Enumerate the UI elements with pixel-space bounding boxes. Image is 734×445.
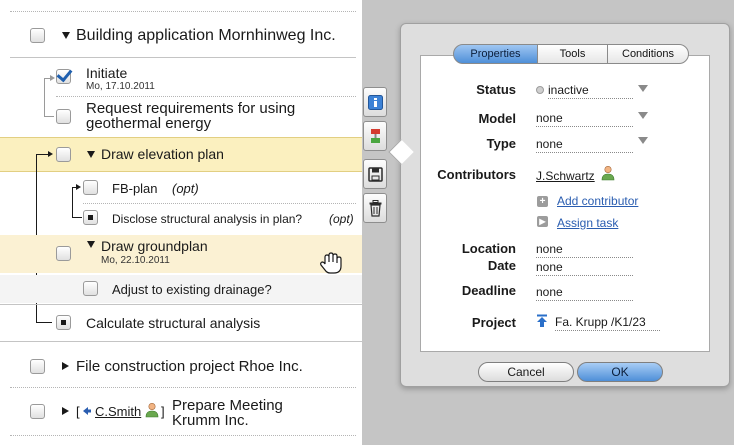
info-button[interactable] [363, 87, 387, 117]
task-title-draw-groundplan[interactable]: Draw groundplan [101, 239, 208, 253]
tab-conditions[interactable]: Conditions [607, 44, 689, 64]
divider [10, 387, 356, 388]
expand-triangle-icon[interactable] [87, 151, 95, 158]
deadline-field[interactable]: none [536, 286, 633, 301]
task-title-prepare-line1[interactable]: Prepare Meeting [172, 398, 283, 413]
deadline-label: Deadline [461, 283, 516, 298]
assign-icon: ▶ [537, 216, 548, 227]
task-title-fb-plan[interactable]: FB-plan [112, 182, 158, 195]
cancel-button[interactable]: Cancel [478, 362, 574, 382]
divider [0, 341, 362, 342]
contributors-label: Contributors [437, 167, 516, 182]
user-avatar-icon [145, 402, 159, 418]
task-title-file-construction[interactable]: File construction project Rhoe Inc. [76, 359, 303, 374]
task-title-calculate[interactable]: Calculate structural analysis [86, 316, 260, 330]
bracket-close: ] [161, 404, 165, 419]
task-list: Building application Mornhinweg Inc. Ini… [0, 0, 362, 445]
task-checkbox-calculate[interactable] [56, 315, 71, 330]
task-checkbox[interactable] [30, 28, 45, 43]
collapse-triangle-icon[interactable] [62, 362, 69, 370]
task-title-prepare-line2[interactable]: Krumm Inc. [172, 413, 249, 428]
save-icon [368, 167, 383, 182]
tab-tools[interactable]: Tools [537, 44, 608, 64]
task-checkbox-request[interactable] [56, 109, 71, 124]
arrow-icon [48, 151, 53, 157]
tab-properties[interactable]: Properties [453, 44, 538, 64]
bracket-open: [ [76, 404, 80, 419]
chevron-down-icon[interactable] [638, 137, 648, 144]
connector-line [72, 217, 82, 218]
info-icon [368, 95, 383, 110]
connector-line [44, 78, 45, 116]
task-date: Mo, 22.10.2011 [101, 255, 170, 266]
divider [83, 203, 356, 204]
task-title-disclose[interactable]: Disclose structural analysis in plan? [112, 213, 302, 225]
status-label: Status [476, 82, 516, 97]
task-title-request-line1[interactable]: Request requirements for using [86, 101, 295, 116]
project-link[interactable]: Fa. Krupp /K1/23 [555, 316, 660, 331]
task-title-initiate[interactable]: Initiate [86, 66, 127, 80]
contributor-link[interactable]: J.Schwartz [536, 170, 595, 184]
divider [10, 11, 356, 12]
status-select[interactable]: inactive [548, 84, 633, 99]
task-title-adjust[interactable]: Adjust to existing drainage? [112, 283, 272, 296]
save-button[interactable] [363, 159, 387, 189]
task-checkbox-elevation[interactable] [56, 147, 71, 162]
add-contributor-link[interactable]: Add contributor [557, 195, 638, 207]
type-select[interactable]: none [536, 138, 633, 153]
divider [10, 435, 356, 436]
divider [56, 96, 356, 97]
task-title-request-line2[interactable]: geothermal energy [86, 116, 211, 131]
add-icon: + [537, 196, 548, 207]
delegate-arrow-icon [83, 407, 91, 415]
task-checkbox-groundplan[interactable] [56, 246, 71, 261]
chevron-down-icon[interactable] [638, 85, 648, 92]
hand-cursor-icon [320, 252, 342, 274]
optional-label: (opt) [329, 212, 354, 226]
task-checkbox-initiate[interactable] [56, 69, 71, 84]
task-checkbox[interactable] [30, 359, 45, 374]
connector-line [36, 322, 52, 323]
location-field[interactable]: none [536, 243, 633, 258]
assign-task-link[interactable]: Assign task [557, 217, 618, 229]
project-upload-icon [537, 314, 547, 327]
connector-line [44, 116, 54, 117]
ok-button[interactable]: OK [577, 362, 663, 382]
project-label: Project [471, 315, 516, 330]
task-title-draw-elevation[interactable]: Draw elevation plan [101, 147, 224, 161]
location-label: Location [461, 241, 516, 256]
collapse-triangle-icon[interactable] [62, 407, 69, 415]
task-checkbox-adjust[interactable] [83, 281, 98, 296]
trash-icon [369, 200, 382, 217]
task-checkbox-fb-plan[interactable] [83, 180, 98, 195]
assigned-user-link[interactable]: C.Smith [95, 405, 141, 418]
task-date: Mo, 17.10.2011 [86, 81, 155, 92]
task-checkbox-disclose[interactable] [83, 210, 98, 225]
task-checkbox[interactable] [30, 404, 45, 419]
flag-button[interactable] [363, 121, 387, 151]
model-label: Model [478, 111, 516, 126]
arrow-icon [50, 75, 55, 81]
flag-icon [371, 129, 380, 143]
status-dot-icon [536, 86, 544, 94]
model-select[interactable]: none [536, 112, 633, 127]
arrow-icon [76, 184, 81, 190]
connector-line [72, 187, 73, 217]
date-label: Date [487, 258, 516, 273]
expand-triangle-icon[interactable] [62, 32, 70, 39]
chevron-down-icon[interactable] [638, 112, 648, 119]
date-field[interactable]: none [536, 261, 633, 276]
type-label: Type [486, 136, 516, 151]
delete-button[interactable] [363, 193, 387, 223]
task-title-building-application[interactable]: Building application Mornhinweg Inc. [76, 28, 336, 44]
divider [0, 304, 362, 305]
expand-triangle-icon[interactable] [87, 241, 95, 248]
optional-label: (opt) [172, 181, 199, 196]
divider [10, 57, 356, 58]
user-avatar-icon [601, 165, 615, 181]
